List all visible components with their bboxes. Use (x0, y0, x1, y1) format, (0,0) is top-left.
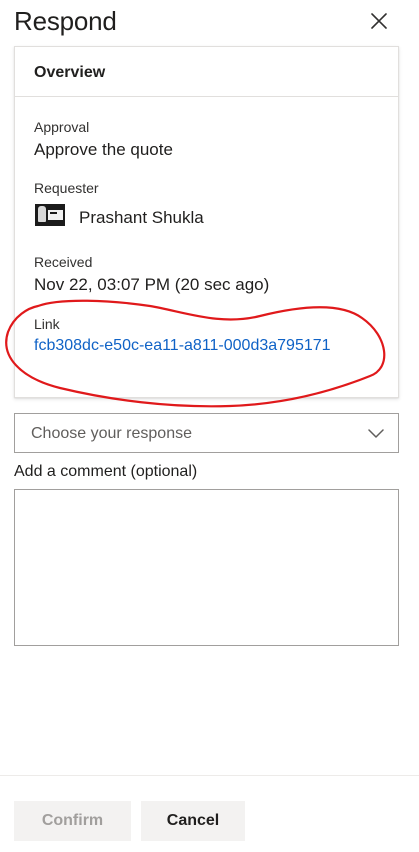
overview-card: Overview Approval Approve the quote Requ… (14, 46, 399, 398)
cancel-button[interactable]: Cancel (141, 801, 245, 841)
overview-card-header: Overview (15, 47, 398, 97)
received-value: Nov 22, 03:07 PM (20 sec ago) (34, 275, 270, 294)
confirm-button[interactable]: Confirm (14, 801, 131, 841)
link-label: Link (34, 316, 60, 332)
response-dropdown[interactable]: Choose your response (14, 413, 399, 453)
link-value[interactable]: fcb308dc-e50c-ea11-a811-000d3a795171 (34, 337, 331, 355)
overview-title: Overview (34, 64, 106, 81)
avatar (35, 204, 65, 226)
close-button[interactable] (366, 8, 392, 34)
requester-label: Requester (34, 180, 99, 196)
approval-label: Approval (34, 119, 90, 135)
panel-title: Respond (14, 6, 117, 36)
close-icon (371, 13, 387, 29)
comment-label: Add a comment (optional) (14, 463, 198, 480)
comment-input[interactable] (14, 489, 399, 646)
response-placeholder: Choose your response (31, 425, 192, 442)
received-label: Received (34, 254, 93, 270)
chevron-down-icon (368, 429, 384, 438)
approval-value: Approve the quote (34, 140, 173, 159)
footer-divider (0, 775, 419, 776)
requester-name: Prashant Shukla (79, 208, 204, 227)
